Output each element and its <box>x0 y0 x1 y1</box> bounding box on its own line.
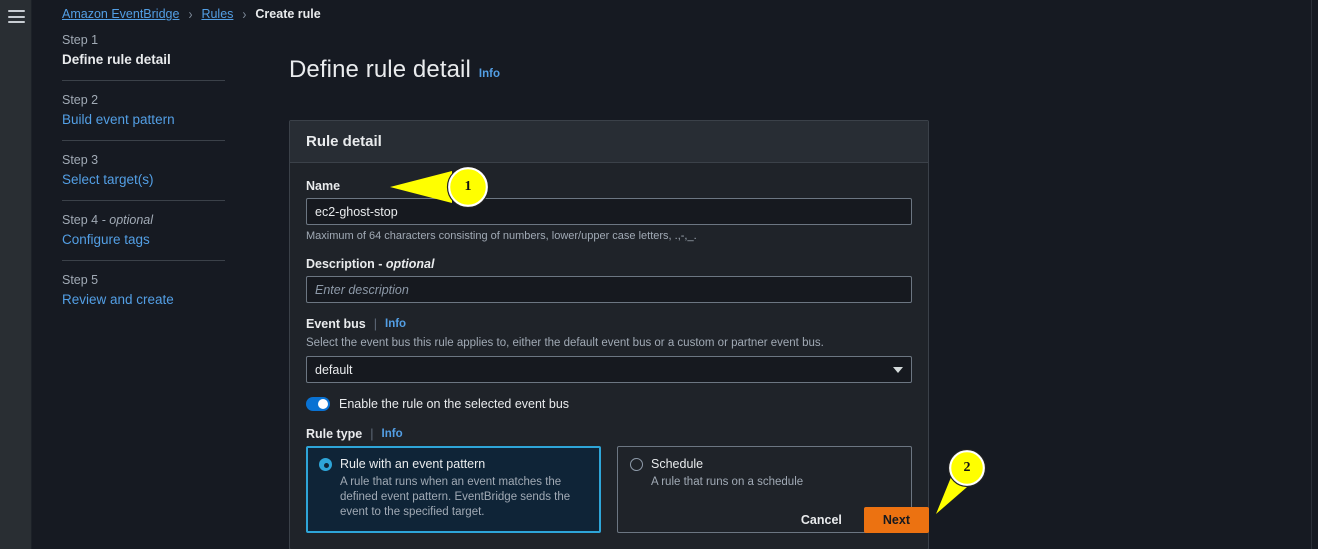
sidebar-step-1[interactable]: Step 1 Define rule detail <box>62 32 225 68</box>
step-number-1: Step 1 <box>62 33 99 47</box>
rule-type-option-title: Rule with an event pattern <box>340 457 486 472</box>
right-edge-divider <box>1311 0 1312 549</box>
annotation-marker-2: 2 <box>928 448 998 520</box>
step-title-build-event-pattern[interactable]: Build event pattern <box>62 111 225 128</box>
rule-detail-card: Rule detail Name Maximum of 64 character… <box>289 120 929 549</box>
form-actions: Cancel Next <box>289 507 929 533</box>
label-divider: | <box>373 317 377 332</box>
rule-type-option-description: A rule that runs on a schedule <box>651 476 804 489</box>
rule-type-option-header: Schedule <box>630 457 899 471</box>
page-title-row: Define rule detail Info <box>289 40 929 100</box>
event-bus-select[interactable]: default <box>306 356 912 384</box>
step-title-review-and-create[interactable]: Review and create <box>62 291 225 308</box>
description-label: Description - optional <box>306 257 435 272</box>
rule-detail-card-body: Name Maximum of 64 characters consisting… <box>290 163 928 549</box>
toggle-knob <box>318 399 328 410</box>
wizard-steps-sidebar: Step 1 Define rule detail Step 2 Build e… <box>33 28 253 549</box>
name-field-group: Name Maximum of 64 characters consisting… <box>306 179 912 243</box>
rule-type-option-header: Rule with an event pattern <box>319 457 588 471</box>
left-nav-rail <box>0 0 32 549</box>
event-bus-label: Event bus | Info <box>306 317 407 332</box>
page-title: Define rule detail <box>289 56 471 84</box>
radio-button-schedule[interactable] <box>630 457 643 471</box>
step-number-3: Step 3 <box>62 153 99 167</box>
step-number-4: Step 4 - optional <box>62 213 154 227</box>
rule-type-info-link[interactable]: Info <box>382 428 403 440</box>
step-number-2: Step 2 <box>62 93 99 107</box>
step-number-5: Step 5 <box>62 273 99 287</box>
step-divider <box>62 200 225 201</box>
description-field-group: Description - optional <box>306 257 912 304</box>
name-label: Name <box>306 179 341 194</box>
breadcrumb-separator-icon: › <box>242 5 247 23</box>
enable-rule-toggle-row[interactable]: Enable the rule on the selected event bu… <box>306 397 912 412</box>
step-title-configure-tags[interactable]: Configure tags <box>62 231 225 248</box>
breadcrumb-separator-icon: › <box>188 5 193 23</box>
name-hint: Maximum of 64 characters consisting of n… <box>306 230 697 243</box>
rule-detail-card-header: Rule detail <box>290 121 928 164</box>
hamburger-menu-icon[interactable] <box>8 10 25 23</box>
sidebar-step-4[interactable]: Step 4 - optional Configure tags <box>62 212 225 248</box>
cancel-button[interactable]: Cancel <box>795 512 848 528</box>
step-divider <box>62 80 225 81</box>
label-divider: | <box>370 427 374 442</box>
event-bus-info-link[interactable]: Info <box>385 318 406 330</box>
page-info-link[interactable]: Info <box>479 68 500 80</box>
eventbridge-create-rule-page: Amazon EventBridge › Rules › Create rule… <box>0 0 1318 549</box>
radio-button-event-pattern[interactable] <box>319 457 332 471</box>
event-bus-select-wrapper: default <box>306 356 912 384</box>
event-bus-selected-value: default <box>315 362 353 377</box>
rule-type-option-title: Schedule <box>651 457 704 472</box>
enable-rule-toggle-label: Enable the rule on the selected event bu… <box>339 397 570 412</box>
sidebar-step-2[interactable]: Step 2 Build event pattern <box>62 92 225 128</box>
breadcrumb: Amazon EventBridge › Rules › Create rule <box>62 5 321 23</box>
step-divider <box>62 140 225 141</box>
event-bus-field-group: Event bus | Info Select the event bus th… <box>306 317 912 384</box>
annotation-number-2: 2 <box>963 460 971 475</box>
rule-type-label: Rule type | Info <box>306 427 403 442</box>
enable-rule-toggle[interactable] <box>306 397 330 412</box>
breadcrumb-item-current: Create rule <box>255 7 321 21</box>
sidebar-step-5[interactable]: Step 5 Review and create <box>62 272 225 308</box>
step-divider <box>62 260 225 261</box>
next-button[interactable]: Next <box>863 507 929 533</box>
breadcrumb-item-rules[interactable]: Rules <box>201 7 233 21</box>
step-title-select-targets[interactable]: Select target(s) <box>62 171 225 188</box>
event-bus-description: Select the event bus this rule applies t… <box>306 337 824 350</box>
breadcrumb-item-eventbridge[interactable]: Amazon EventBridge <box>62 7 179 21</box>
description-input[interactable] <box>306 276 912 304</box>
name-input[interactable] <box>306 198 912 226</box>
main-content: Define rule detail Info Rule detail Name… <box>289 40 929 549</box>
sidebar-step-3[interactable]: Step 3 Select target(s) <box>62 152 225 188</box>
step-title-define-rule-detail: Define rule detail <box>62 52 171 67</box>
